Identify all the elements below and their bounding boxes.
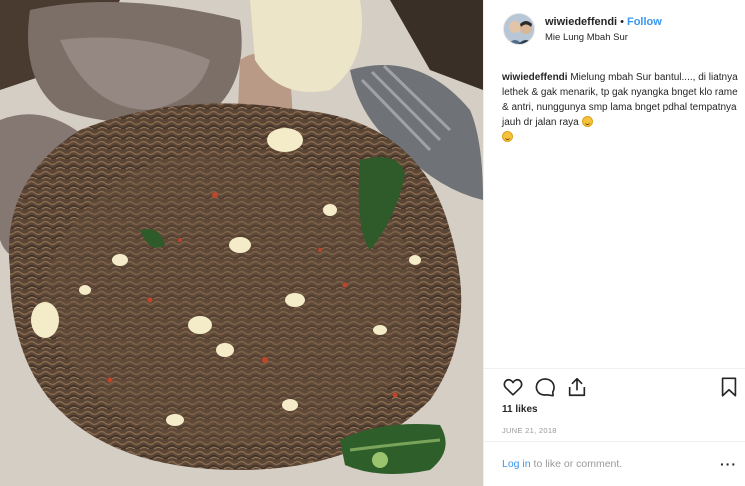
- save-button[interactable]: [718, 376, 740, 398]
- likes-count[interactable]: 11 likes: [502, 404, 538, 415]
- noodle-dish-image: [0, 0, 483, 486]
- bookmark-icon: [721, 377, 737, 397]
- post-photo[interactable]: [0, 0, 483, 486]
- login-prompt: Log in to like or comment.: [502, 458, 622, 470]
- like-button[interactable]: [502, 376, 524, 398]
- grinning-emoji-icon: [502, 131, 513, 142]
- separator-dot: •: [620, 16, 624, 28]
- caption-username[interactable]: wiwiedeffendi: [502, 72, 568, 83]
- comment-button[interactable]: [534, 376, 556, 398]
- post-date[interactable]: JUNE 21, 2018: [502, 426, 557, 435]
- login-prompt-text: to like or comment.: [530, 458, 623, 470]
- avatar[interactable]: [503, 13, 535, 45]
- post-header: wiwiedeffendi • Follow Mie Lung Mbah Sur: [484, 0, 745, 60]
- more-options-button[interactable]: ···: [720, 456, 737, 472]
- header-username-line: wiwiedeffendi • Follow: [545, 16, 662, 28]
- share-icon: [568, 377, 586, 397]
- username-link[interactable]: wiwiedeffendi: [545, 16, 617, 28]
- follow-button[interactable]: Follow: [627, 16, 662, 28]
- bottom-divider: [484, 441, 745, 442]
- grinning-emoji-icon: [581, 116, 593, 127]
- post-caption: wiwiedeffendi Mielung mbah Sur bantul...…: [502, 70, 740, 145]
- share-button[interactable]: [566, 376, 588, 398]
- post-side-panel: wiwiedeffendi • Follow Mie Lung Mbah Sur w…: [483, 0, 745, 486]
- comment-icon: [535, 378, 555, 397]
- avatar-image: [504, 14, 534, 44]
- login-link[interactable]: Log in: [502, 458, 531, 470]
- location-link[interactable]: Mie Lung Mbah Sur: [545, 32, 628, 43]
- heart-icon: [503, 378, 523, 396]
- actions-divider: [484, 368, 745, 369]
